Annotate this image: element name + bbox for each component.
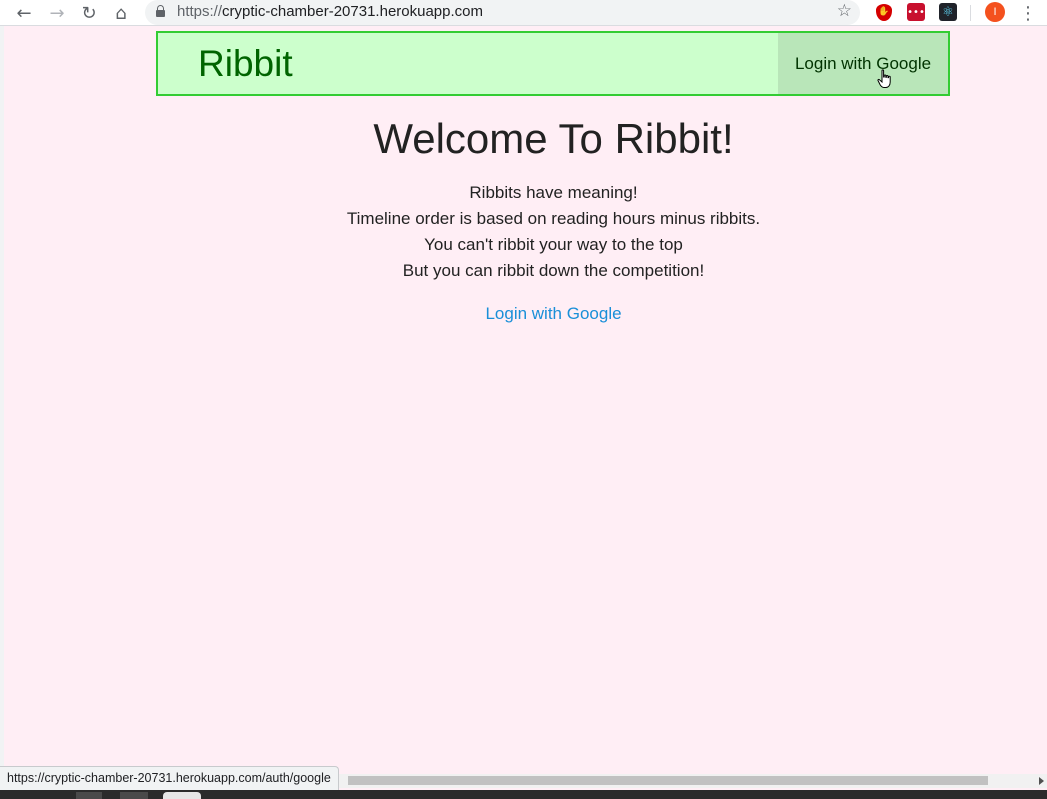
page-content: Ribbit Login with Google Welcome To Ribb… xyxy=(0,26,1047,773)
intro-line: Timeline order is based on reading hours… xyxy=(346,209,761,228)
os-taskbar xyxy=(0,790,1047,799)
ublock-extension-icon[interactable]: ✋ xyxy=(875,3,893,21)
link-status-bubble: https://cryptic-chamber-20731.herokuapp.… xyxy=(0,766,339,790)
reload-icon[interactable]: ↻ xyxy=(77,1,101,25)
lock-icon[interactable] xyxy=(156,5,165,17)
page-title: Welcome To Ribbit! xyxy=(373,115,734,162)
main-login-link[interactable]: Login with Google xyxy=(0,304,1047,324)
intro-line: Ribbits have meaning! xyxy=(469,183,638,202)
intro-line: But you can ribbit down the competition! xyxy=(402,261,705,280)
hand-cursor-icon xyxy=(877,69,891,88)
intro-text: Ribbits have meaning! Timeline order is … xyxy=(0,183,1047,287)
browser-toolbar: ← → ↻ ⌂ https://cryptic-chamber-20731.he… xyxy=(0,0,1047,26)
profile-avatar[interactable]: I xyxy=(985,2,1005,22)
brand-logo-text[interactable]: Ribbit xyxy=(198,43,293,85)
url-host: cryptic-chamber-20731.herokuapp.com xyxy=(222,3,483,20)
lastpass-extension-icon[interactable]: ••• xyxy=(907,3,925,21)
forward-icon[interactable]: → xyxy=(45,1,69,25)
react-devtools-extension-icon[interactable]: ⚛ xyxy=(939,3,957,21)
browser-menu-icon[interactable]: ⋮ xyxy=(1018,1,1038,25)
home-icon[interactable]: ⌂ xyxy=(109,1,133,25)
taskbar-item[interactable] xyxy=(120,792,148,799)
toolbar-divider xyxy=(970,5,971,21)
taskbar-item-active[interactable] xyxy=(163,792,201,799)
url-text[interactable]: https://cryptic-chamber-20731.herokuapp.… xyxy=(177,3,483,20)
back-icon[interactable]: ← xyxy=(12,1,36,25)
shield-hand-icon: ✋ xyxy=(876,3,892,21)
bookmark-star-icon[interactable]: ☆ xyxy=(837,1,852,21)
scroll-right-arrow-icon[interactable] xyxy=(1039,777,1044,785)
intro-line: You can't ribbit your way to the top xyxy=(424,235,683,254)
site-header: Ribbit Login with Google xyxy=(156,31,950,96)
page-left-edge xyxy=(0,26,4,773)
header-login-button[interactable]: Login with Google xyxy=(778,33,948,94)
taskbar-item[interactable] xyxy=(76,792,102,799)
scrollbar-thumb[interactable] xyxy=(348,776,988,785)
address-bar[interactable]: https://cryptic-chamber-20731.herokuapp.… xyxy=(145,0,860,25)
url-scheme: https:// xyxy=(177,3,223,20)
